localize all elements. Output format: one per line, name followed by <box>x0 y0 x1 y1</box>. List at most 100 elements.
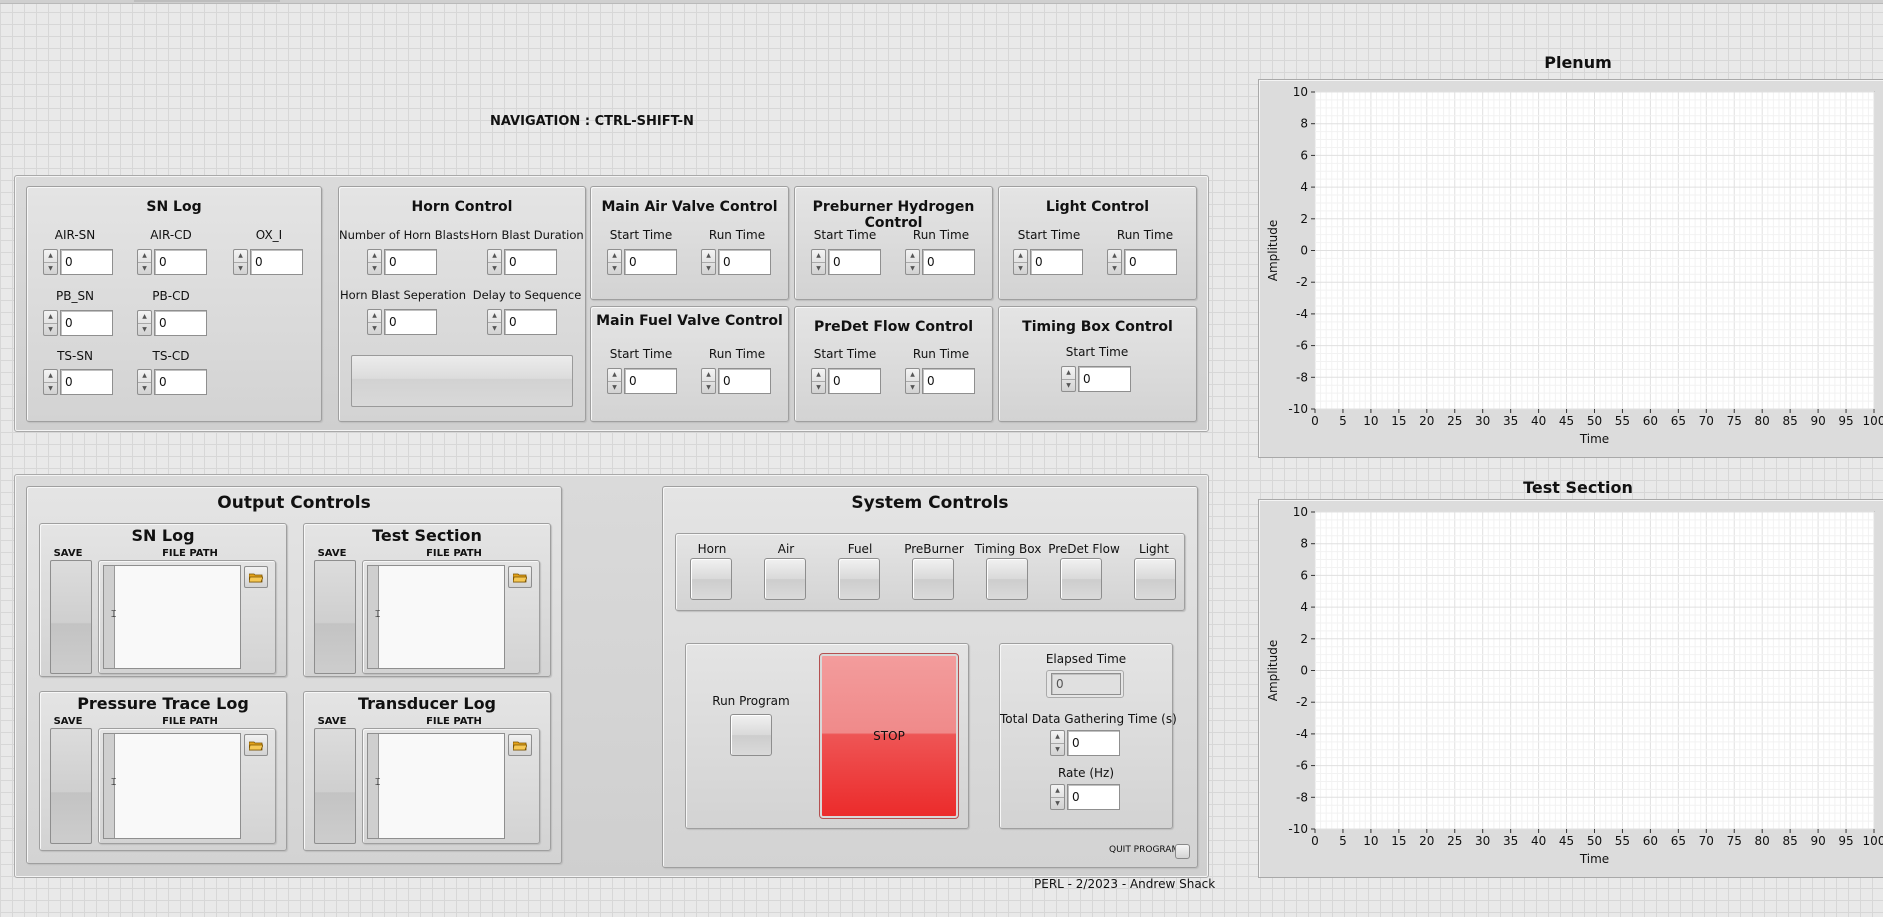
increment-arrow-icon[interactable]: ▲ <box>44 311 57 323</box>
rate-numeric[interactable]: ▲ ▼ 0 <box>1050 784 1120 810</box>
preburner-run-numeric[interactable]: ▲ ▼ 0 <box>905 249 975 275</box>
decrement-arrow-icon[interactable]: ▼ <box>1051 796 1064 810</box>
decrement-arrow-icon[interactable]: ▼ <box>1051 742 1064 756</box>
test-section-save-button[interactable] <box>314 560 356 674</box>
main-fuel-run-spinner[interactable]: ▲ ▼ <box>701 368 716 394</box>
main-air-start-numeric[interactable]: ▲ ▼ 0 <box>607 249 677 275</box>
preburner-run-spinner[interactable]: ▲ ▼ <box>905 249 920 275</box>
light-start-spinner[interactable]: ▲ ▼ <box>1013 249 1028 275</box>
decrement-arrow-icon[interactable]: ▼ <box>44 261 57 275</box>
main-air-run-value[interactable]: 0 <box>718 249 771 275</box>
air-sn-spinner[interactable]: ▲ ▼ <box>43 249 58 275</box>
preburner-start-value[interactable]: 0 <box>828 249 881 275</box>
test-section-chart[interactable]: 0 5 10 15 20 25 30 35 40 45 50 55 60 65 70 75 80 85 90 95 10… <box>1259 500 1883 877</box>
decrement-arrow-icon[interactable]: ▼ <box>138 381 151 395</box>
horn-blasts-numeric[interactable]: ▲ ▼ 0 <box>367 249 437 275</box>
main-fuel-start-spinner[interactable]: ▲ ▼ <box>607 368 622 394</box>
predet-run-numeric[interactable]: ▲ ▼ 0 <box>905 368 975 394</box>
increment-arrow-icon[interactable]: ▲ <box>906 369 919 381</box>
increment-arrow-icon[interactable]: ▲ <box>906 250 919 262</box>
sn-log-file-path-input[interactable]: ⌶ <box>103 565 241 669</box>
air-cd-spinner[interactable]: ▲ ▼ <box>137 249 152 275</box>
predet-start-value[interactable]: 0 <box>828 368 881 394</box>
predet-flow-toggle-button[interactable] <box>1060 558 1102 600</box>
horn-blasts-value[interactable]: 0 <box>384 249 437 275</box>
horn-blasts-spinner[interactable]: ▲ ▼ <box>367 249 382 275</box>
ox-i-value[interactable]: 0 <box>250 249 303 275</box>
air-sn-value[interactable]: 0 <box>60 249 113 275</box>
decrement-arrow-icon[interactable]: ▼ <box>368 261 381 275</box>
decrement-arrow-icon[interactable]: ▼ <box>488 261 501 275</box>
test-section-file-path-input[interactable]: ⌶ <box>367 565 505 669</box>
light-run-numeric[interactable]: ▲ ▼ 0 <box>1107 249 1177 275</box>
decrement-arrow-icon[interactable]: ▼ <box>1014 261 1027 275</box>
decrement-arrow-icon[interactable]: ▼ <box>138 261 151 275</box>
increment-arrow-icon[interactable]: ▲ <box>138 250 151 262</box>
air-toggle-button[interactable] <box>764 558 806 600</box>
air-cd-value[interactable]: 0 <box>154 249 207 275</box>
pb-cd-value[interactable]: 0 <box>154 310 207 336</box>
increment-arrow-icon[interactable]: ▲ <box>44 370 57 382</box>
light-run-spinner[interactable]: ▲ ▼ <box>1107 249 1122 275</box>
preburner-toggle-button[interactable] <box>912 558 954 600</box>
total-time-value[interactable]: 0 <box>1067 730 1120 756</box>
ox-i-spinner[interactable]: ▲ ▼ <box>233 249 248 275</box>
decrement-arrow-icon[interactable]: ▼ <box>234 261 247 275</box>
increment-arrow-icon[interactable]: ▲ <box>234 250 247 262</box>
increment-arrow-icon[interactable]: ▲ <box>368 310 381 322</box>
sn-log-save-button[interactable] <box>50 560 92 674</box>
main-fuel-run-value[interactable]: 0 <box>718 368 771 394</box>
stop-button[interactable]: STOP <box>819 653 959 819</box>
horn-duration-spinner[interactable]: ▲ ▼ <box>487 249 502 275</box>
timing-box-toggle-button[interactable] <box>986 558 1028 600</box>
decrement-arrow-icon[interactable]: ▼ <box>488 321 501 335</box>
horn-duration-numeric[interactable]: ▲ ▼ 0 <box>487 249 557 275</box>
decrement-arrow-icon[interactable]: ▼ <box>608 261 621 275</box>
ts-sn-numeric[interactable]: ▲ ▼ 0 <box>43 369 113 395</box>
pressure-trace-browse-button[interactable] <box>244 734 268 756</box>
predet-start-spinner[interactable]: ▲ ▼ <box>811 368 826 394</box>
test-section-browse-button[interactable] <box>508 566 532 588</box>
pressure-trace-save-button[interactable] <box>50 728 92 844</box>
run-program-button[interactable] <box>730 714 772 756</box>
decrement-arrow-icon[interactable]: ▼ <box>906 380 919 394</box>
increment-arrow-icon[interactable]: ▲ <box>368 250 381 262</box>
increment-arrow-icon[interactable]: ▲ <box>1108 250 1121 262</box>
decrement-arrow-icon[interactable]: ▼ <box>1062 378 1075 392</box>
light-start-value[interactable]: 0 <box>1030 249 1083 275</box>
transducer-save-button[interactable] <box>314 728 356 844</box>
main-air-start-value[interactable]: 0 <box>624 249 677 275</box>
main-fuel-start-value[interactable]: 0 <box>624 368 677 394</box>
increment-arrow-icon[interactable]: ▲ <box>138 311 151 323</box>
pb-sn-value[interactable]: 0 <box>60 310 113 336</box>
ts-cd-spinner[interactable]: ▲ ▼ <box>137 369 152 395</box>
light-start-numeric[interactable]: ▲ ▼ 0 <box>1013 249 1083 275</box>
pressure-trace-file-path-input[interactable]: ⌶ <box>103 733 241 839</box>
main-fuel-start-numeric[interactable]: ▲ ▼ 0 <box>607 368 677 394</box>
plenum-chart[interactable]: 0 5 10 15 20 25 30 35 40 45 50 55 60 65 70 75 80 85 90 95 10… <box>1259 80 1883 457</box>
main-air-run-spinner[interactable]: ▲ ▼ <box>701 249 716 275</box>
increment-arrow-icon[interactable]: ▲ <box>812 369 825 381</box>
decrement-arrow-icon[interactable]: ▼ <box>608 380 621 394</box>
decrement-arrow-icon[interactable]: ▼ <box>368 321 381 335</box>
timing-box-start-spinner[interactable]: ▲ ▼ <box>1061 366 1076 392</box>
horn-seperation-value[interactable]: 0 <box>384 309 437 335</box>
pb-cd-spinner[interactable]: ▲ ▼ <box>137 310 152 336</box>
transducer-file-path-input[interactable]: ⌶ <box>367 733 505 839</box>
decrement-arrow-icon[interactable]: ▼ <box>44 322 57 336</box>
timing-box-start-value[interactable]: 0 <box>1078 366 1131 392</box>
ox-i-numeric[interactable]: ▲ ▼ 0 <box>233 249 303 275</box>
preburner-start-numeric[interactable]: ▲ ▼ 0 <box>811 249 881 275</box>
rate-spinner[interactable]: ▲ ▼ <box>1050 784 1065 810</box>
increment-arrow-icon[interactable]: ▲ <box>812 250 825 262</box>
increment-arrow-icon[interactable]: ▲ <box>702 369 715 381</box>
increment-arrow-icon[interactable]: ▲ <box>608 369 621 381</box>
predet-start-numeric[interactable]: ▲ ▼ 0 <box>811 368 881 394</box>
total-time-spinner[interactable]: ▲ ▼ <box>1050 730 1065 756</box>
horn-seperation-numeric[interactable]: ▲ ▼ 0 <box>367 309 437 335</box>
horn-toggle-button[interactable] <box>690 558 732 600</box>
horn-seperation-spinner[interactable]: ▲ ▼ <box>367 309 382 335</box>
horn-duration-value[interactable]: 0 <box>504 249 557 275</box>
decrement-arrow-icon[interactable]: ▼ <box>44 381 57 395</box>
sn-log-browse-button[interactable] <box>244 566 268 588</box>
